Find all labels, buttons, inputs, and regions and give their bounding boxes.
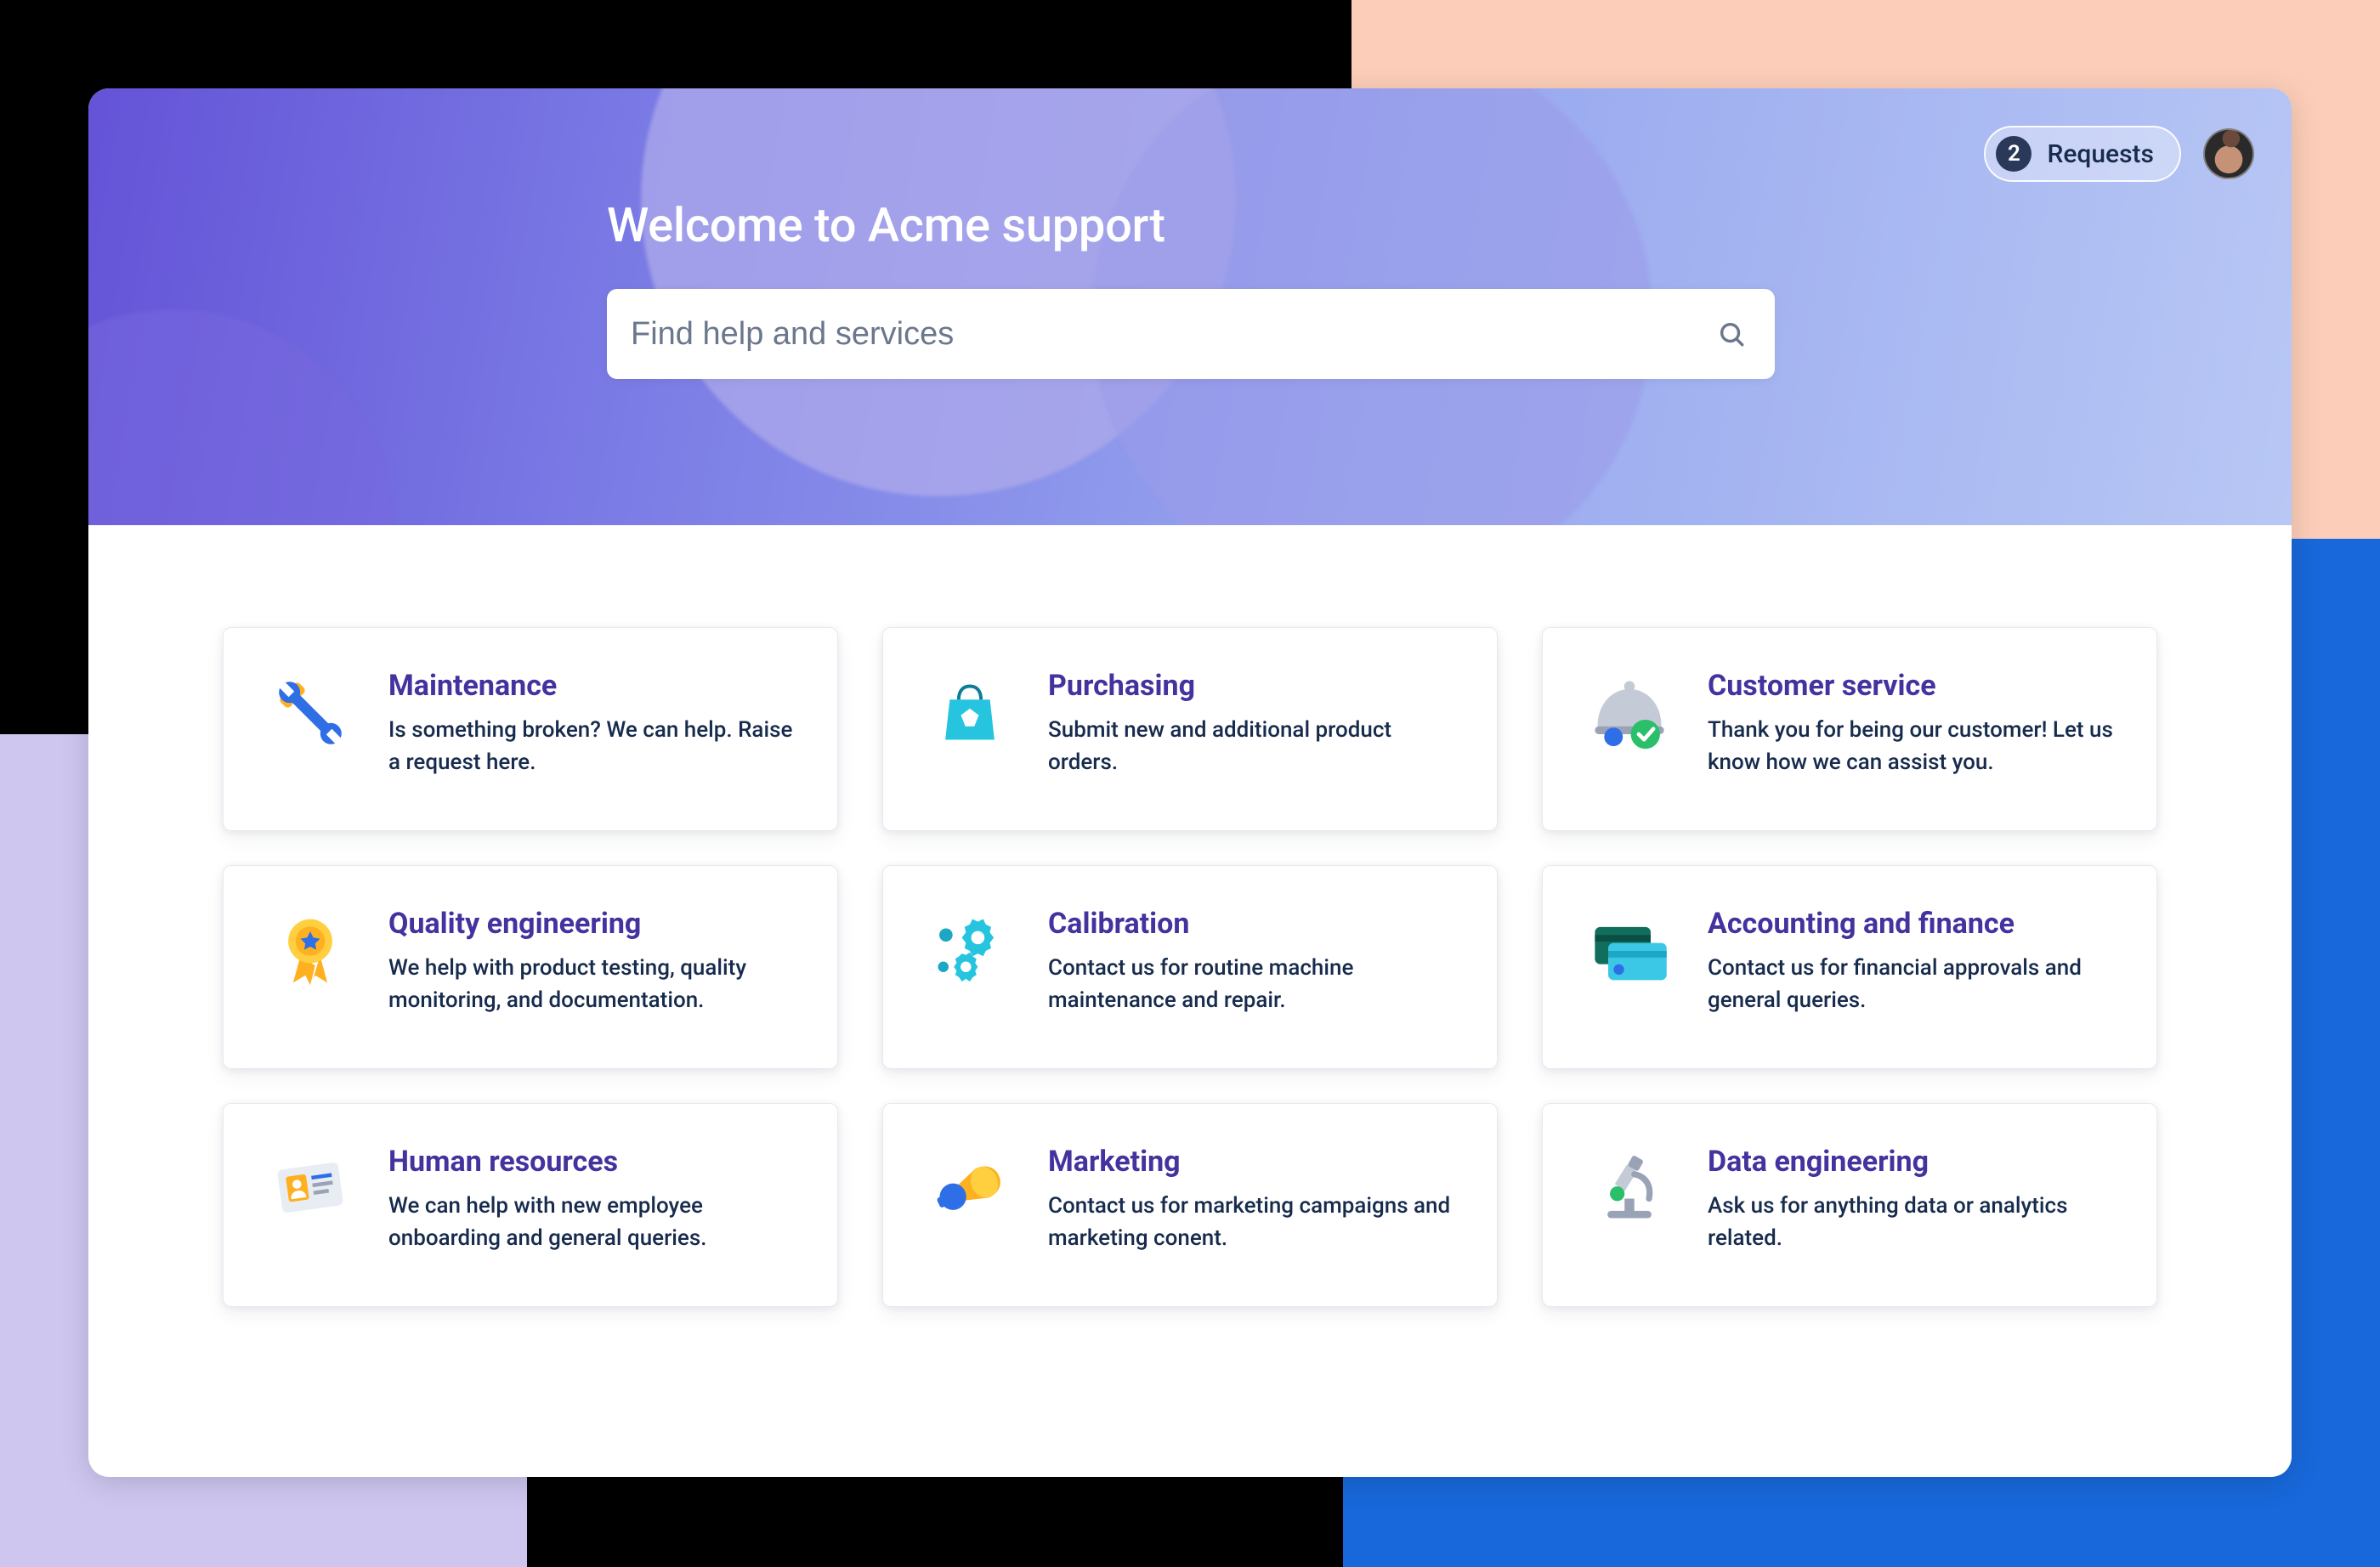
card-quality-engineering[interactable]: Quality engineering We help with product… [223, 865, 838, 1069]
card-title: Quality engineering [388, 907, 798, 941]
card-description: Contact us for routine machine maintenan… [1048, 953, 1458, 1016]
card-title: Customer service [1708, 669, 2117, 703]
card-description: Thank you for being our customer! Let us… [1708, 715, 2117, 778]
topbar: 2 Requests [1984, 126, 2254, 182]
gears-icon [922, 903, 1017, 998]
category-grid: Maintenance Is something broken? We can … [88, 525, 2292, 1375]
card-customer-service[interactable]: Customer service Thank you for being our… [1542, 627, 2157, 831]
card-calibration[interactable]: Calibration Contact us for routine machi… [882, 865, 1498, 1069]
tools-icon [263, 665, 358, 761]
requests-count-badge: 2 [1996, 136, 2032, 172]
cloche-check-icon [1582, 665, 1677, 761]
card-title: Data engineering [1708, 1145, 2117, 1179]
card-maintenance[interactable]: Maintenance Is something broken? We can … [223, 627, 838, 831]
search-icon [1717, 320, 1746, 348]
search-input[interactable] [631, 316, 1717, 353]
card-title: Maintenance [388, 669, 798, 703]
card-marketing[interactable]: Marketing Contact us for marketing campa… [882, 1103, 1498, 1307]
card-description: Contact us for financial approvals and g… [1708, 953, 2117, 1016]
shopping-bag-icon [922, 665, 1017, 761]
card-title: Purchasing [1048, 669, 1458, 703]
requests-label: Requests [2047, 139, 2154, 169]
card-human-resources[interactable]: Human resources We can help with new emp… [223, 1103, 838, 1307]
card-accounting-finance[interactable]: Accounting and finance Contact us for fi… [1542, 865, 2157, 1069]
card-title: Accounting and finance [1708, 907, 2117, 941]
microscope-icon [1582, 1141, 1677, 1236]
id-card-icon [263, 1141, 358, 1236]
megaphone-icon [922, 1141, 1017, 1236]
card-title: Calibration [1048, 907, 1458, 941]
requests-button[interactable]: 2 Requests [1984, 126, 2181, 182]
support-portal-panel: 2 Requests Welcome to Acme support [88, 88, 2292, 1477]
search-field-wrap[interactable] [607, 289, 1775, 379]
card-description: Ask us for anything data or analytics re… [1708, 1191, 2117, 1254]
card-title: Human resources [388, 1145, 798, 1179]
page-title: Welcome to Acme support [607, 197, 1165, 253]
hero-section: 2 Requests Welcome to Acme support [88, 88, 2292, 525]
card-description: We help with product testing, quality mo… [388, 953, 798, 1016]
card-data-engineering[interactable]: Data engineering Ask us for anything dat… [1542, 1103, 2157, 1307]
card-description: Is something broken? We can help. Raise … [388, 715, 798, 778]
card-title: Marketing [1048, 1145, 1458, 1179]
user-avatar[interactable] [2203, 128, 2254, 179]
card-description: Contact us for marketing campaigns and m… [1048, 1191, 1458, 1254]
credit-cards-icon [1582, 903, 1677, 998]
card-description: We can help with new employee onboarding… [388, 1191, 798, 1254]
ribbon-award-icon [263, 903, 358, 998]
card-description: Submit new and additional product orders… [1048, 715, 1458, 778]
card-purchasing[interactable]: Purchasing Submit new and additional pro… [882, 627, 1498, 831]
